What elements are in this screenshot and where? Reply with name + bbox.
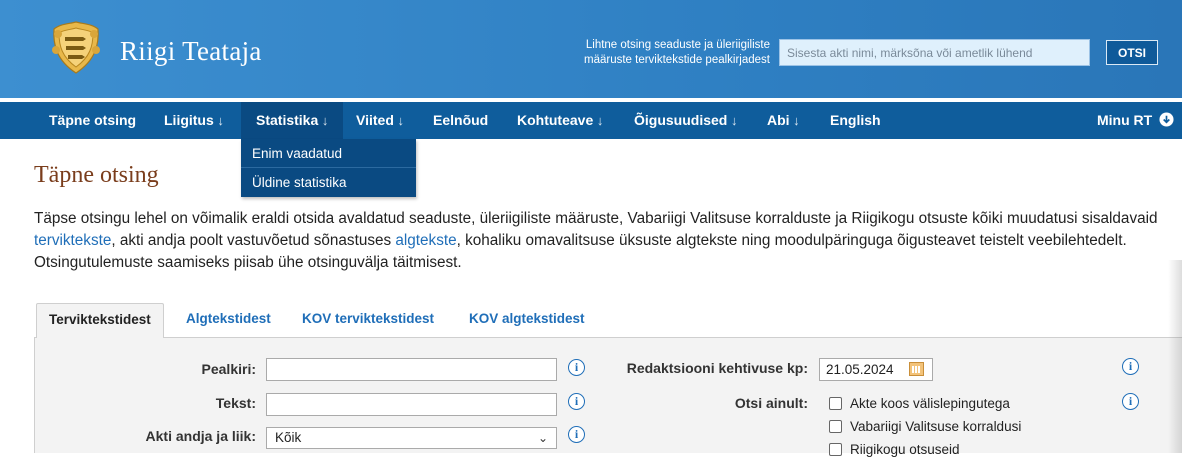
info-icon[interactable]: i [1122,393,1139,410]
checkbox[interactable] [829,420,842,433]
nav-item-kohtuteave[interactable]: Kohtuteave ↓ [517,102,603,139]
checkbox-riigikogu-otsused[interactable]: Riigikogu otsuseid [829,442,960,462]
site-header: Riigi Teataja Lihtne otsing seaduste ja … [0,0,1182,98]
info-icon[interactable]: i [1122,358,1139,375]
tekst-label: Tekst: [215,395,256,411]
search-hint: Lihtne otsing seaduste ja üleriigiliste … [584,39,770,66]
circle-arrow-down-icon [1159,112,1174,127]
tab-kov-algtekstidest[interactable]: KOV algtekstidest [469,303,585,338]
info-icon[interactable]: i [568,426,585,443]
tab-terviktekstidest[interactable]: Terviktekstidest [36,303,164,339]
dropdown-item-uldine-statistika[interactable]: Üldine statistika [241,168,416,197]
pealkiri-input[interactable] [266,358,557,381]
chevron-down-icon: ⌄ [537,431,548,445]
redaktsioon-date-input[interactable]: 21.05.2024 [819,358,933,381]
checkbox[interactable] [829,443,842,456]
dropdown-item-enim-vaadatud[interactable]: Enim vaadatud [241,139,416,168]
info-icon[interactable]: i [568,359,585,376]
akti-andja-label: Akti andja ja liik: [145,428,256,444]
arrow-down-icon: ↓ [213,113,224,128]
arrow-down-icon: ↓ [727,113,738,128]
tab-algtekstidest[interactable]: Algtekstidest [186,303,271,338]
nav-item-viited[interactable]: Viited ↓ [356,102,404,139]
nav-item-eelnoud[interactable]: Eelnõud [433,102,488,139]
nav-item-tapne-otsing[interactable]: Täpne otsing [49,102,136,139]
page-edge-shadow [1168,260,1182,453]
checkbox-valislepingud[interactable]: Akte koos välislepingutega [829,396,1010,416]
info-icon[interactable]: i [568,393,585,410]
quick-search-input[interactable] [779,39,1090,66]
page-title: Täpne otsing [34,162,159,188]
arrow-down-icon: ↓ [393,113,404,128]
arrow-down-icon: ↓ [318,113,329,128]
nav-item-minu-rt[interactable]: Minu RT [1097,102,1174,139]
calendar-icon[interactable] [909,362,924,376]
arrow-down-icon: ↓ [789,113,800,128]
statistika-dropdown: Enim vaadatud Üldine statistika [241,139,416,197]
link-algtekste[interactable]: algtekste [395,232,456,249]
arrow-down-icon: ↓ [593,113,604,128]
intro-paragraph: Täpse otsingu lehel on võimalik eraldi o… [34,210,1158,271]
nav-item-liigitus[interactable]: Liigitus ↓ [164,102,224,139]
nav-item-english[interactable]: English [830,102,881,139]
redaktsioon-label: Redaktsiooni kehtivuse kp: [626,360,808,376]
pealkiri-label: Pealkiri: [201,361,256,377]
nav-item-abi[interactable]: Abi ↓ [767,102,800,139]
checkbox[interactable] [829,397,842,410]
main-nav: Täpne otsing Liigitus ↓ Statistika ↓ Vii… [0,102,1182,139]
nav-item-oigusuudised[interactable]: Õigusuudised ↓ [634,102,737,139]
site-title[interactable]: Riigi Teataja [120,36,262,67]
coat-of-arms-logo[interactable] [50,20,102,76]
otsi-ainult-label: Otsi ainult: [734,395,808,411]
tekst-input[interactable] [266,393,557,416]
link-terviktekste[interactable]: terviktekste [34,232,111,249]
tab-kov-terviktekstidest[interactable]: KOV terviktekstidest [302,303,434,338]
checkbox-vv-korraldused[interactable]: Vabariigi Valitsuse korraldusi [829,419,1021,439]
nav-item-statistika[interactable]: Statistika ↓ [241,102,344,139]
search-button[interactable]: OTSI [1106,40,1158,65]
akti-andja-select[interactable]: Kõik ⌄ [266,427,557,449]
search-tabs: Terviktekstidest Algtekstidest KOV tervi… [34,303,1182,339]
